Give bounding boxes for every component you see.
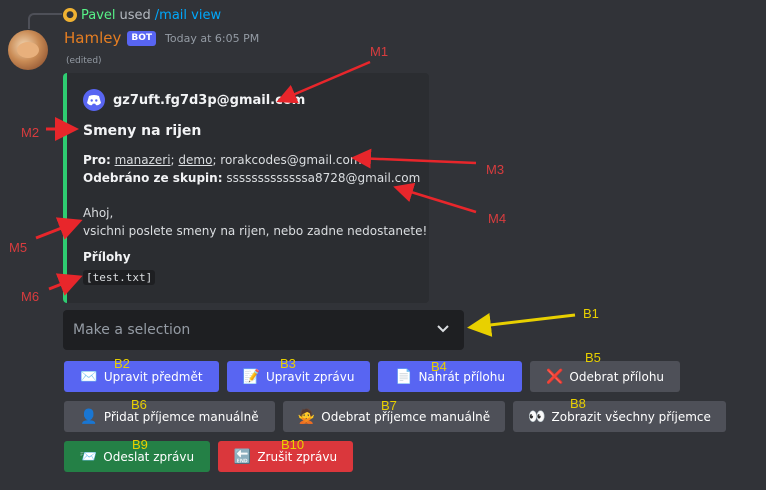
eyes-icon: 👀 <box>528 408 546 425</box>
send-message-label: Odeslat zprávu <box>103 449 195 464</box>
recipient-link-demo[interactable]: demo <box>178 153 212 167</box>
discord-logo-icon <box>83 89 105 111</box>
remove-recipient-label: Odebrat příjemce manuálně <box>321 409 491 424</box>
annotation-arrow-b1 <box>467 312 576 337</box>
timestamp: Today at 6:05 PM <box>165 31 260 45</box>
annotation-b10: B10 <box>281 437 305 452</box>
bot-badge: BOT <box>127 30 157 46</box>
show-recipients-button[interactable]: 👀 Zobrazit všechny příjemce <box>513 401 726 432</box>
annotation-m5: M5 <box>9 240 28 255</box>
upload-attachment-button[interactable]: 📄 Nahrát přílohu <box>378 361 522 392</box>
annotation-m1: M1 <box>370 44 389 59</box>
recipients-label: Pro: <box>83 153 111 167</box>
page-icon: 📄 <box>395 368 413 385</box>
annotation-b1: B1 <box>583 306 599 321</box>
edited-label: (edited) <box>66 56 102 66</box>
attachments-label: Přílohy <box>83 250 131 264</box>
annotation-m3: M3 <box>486 162 505 177</box>
embed: gz7uft.fg7d3p@gmail.com Smeny na rijen P… <box>63 73 429 303</box>
remove-attachment-label: Odebrat přílohu <box>569 369 665 384</box>
annotation-b2: B2 <box>114 356 130 371</box>
embed-author-name: gz7uft.fg7d3p@gmail.com <box>113 92 306 108</box>
reply-used-text: used <box>119 7 151 23</box>
embed-author: gz7uft.fg7d3p@gmail.com <box>83 89 305 111</box>
username[interactable]: Hamley <box>64 29 121 47</box>
user-silhouette-icon: 👤 <box>80 408 98 425</box>
envelope-icon: ✉️ <box>80 368 98 385</box>
chevron-down-icon <box>437 325 449 333</box>
embed-title: Smeny na rijen <box>83 123 202 139</box>
edit-subject-label: Upravit předmět <box>103 369 203 384</box>
message-header: Hamley BOT Today at 6:05 PM <box>64 29 259 47</box>
recipients-line: Pro: manazeri; demo; rorakcodes@gmail.co… <box>83 153 362 167</box>
annotation-b4: B4 <box>431 359 447 374</box>
edit-message-button[interactable]: 📝 Upravit zprávu <box>227 361 370 392</box>
gesture-no-icon: 🙅 <box>297 408 316 425</box>
reply-command[interactable]: /mail view <box>155 8 221 23</box>
annotation-b7: B7 <box>381 398 397 413</box>
reply-connector <box>28 13 62 29</box>
annotation-b6: B6 <box>131 397 147 412</box>
cross-mark-icon: ❌ <box>545 368 564 385</box>
reply-context: ● Pavel used /mail view <box>63 6 221 24</box>
edit-message-label: Upravit zprávu <box>265 369 355 384</box>
add-recipient-button[interactable]: 👤 Přidat příjemce manuálně <box>64 401 275 432</box>
body-text: vsichni poslete smeny na rijen, nebo zad… <box>83 224 428 238</box>
show-recipients-label: Zobrazit všechny příjemce <box>551 409 711 424</box>
incoming-envelope-icon: 📨 <box>79 448 98 465</box>
removed-email: sssssssssssssa8728@gmail.com <box>226 171 421 185</box>
attachment-file: [test.txt] <box>83 270 156 285</box>
discord-user-icon: ● <box>63 8 77 22</box>
annotation-m2: M2 <box>21 125 40 140</box>
memo-icon: 📝 <box>242 368 260 385</box>
end-arrow-icon: 🔚 <box>233 448 252 465</box>
annotation-b9: B9 <box>132 437 148 452</box>
remove-attachment-button[interactable]: ❌ Odebrat přílohu <box>530 361 680 392</box>
select-placeholder: Make a selection <box>73 322 191 338</box>
annotation-b5: B5 <box>585 350 601 365</box>
removed-label: Odebráno ze skupin: <box>83 171 223 185</box>
removed-line: Odebráno ze skupin: sssssssssssssa8728@g… <box>83 171 420 185</box>
edit-subject-button[interactable]: ✉️ Upravit předmět <box>64 361 219 392</box>
action-select[interactable]: Make a selection <box>63 310 464 350</box>
recipient-email: rorakcodes@gmail.com <box>220 153 362 167</box>
reply-username[interactable]: Pavel <box>81 8 116 23</box>
annotation-m6: M6 <box>21 289 40 304</box>
greeting-text: Ahoj, <box>83 206 114 220</box>
recipient-link-manazeri[interactable]: manazeri <box>115 153 171 167</box>
add-recipient-label: Přidat příjemce manuálně <box>103 409 259 424</box>
avatar[interactable] <box>8 30 48 70</box>
annotation-b3: B3 <box>280 356 296 371</box>
annotation-b8: B8 <box>570 396 586 411</box>
annotation-m4: M4 <box>488 211 507 226</box>
